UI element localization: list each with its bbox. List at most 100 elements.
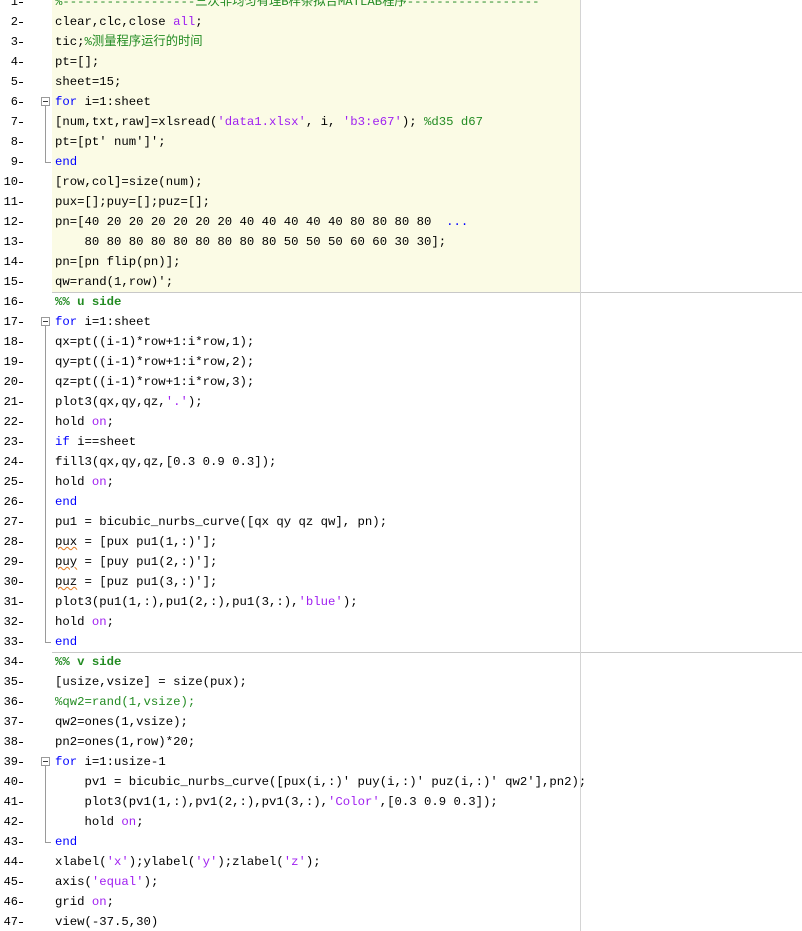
breakpoint-marker[interactable] — [19, 422, 23, 423]
code-line[interactable]: qw2=ones(1,vsize); — [55, 712, 188, 732]
breakpoint-marker[interactable] — [19, 602, 23, 603]
code-line[interactable]: for i=1:sheet — [55, 92, 151, 112]
code-line[interactable]: pt=[]; — [55, 52, 99, 72]
code-line[interactable]: pn2=ones(1,row)*20; — [55, 732, 195, 752]
breakpoint-marker[interactable] — [19, 702, 23, 703]
breakpoint-marker[interactable] — [19, 82, 23, 83]
code-token: pn=[pn flip(pn)]; — [55, 255, 181, 269]
code-line[interactable]: clear,clc,close all; — [55, 12, 203, 32]
breakpoint-marker[interactable] — [19, 262, 23, 263]
code-line[interactable]: [usize,vsize] = size(pux); — [55, 672, 247, 692]
code-line[interactable]: qx=pt((i-1)*row+1:i*row,1); — [55, 332, 254, 352]
breakpoint-marker[interactable] — [19, 562, 23, 563]
breakpoint-marker[interactable] — [19, 662, 23, 663]
code-line[interactable]: plot3(pv1(1,:),pv1(2,:),pv1(3,:),'Color'… — [55, 792, 498, 812]
code-line[interactable]: pux=[];puy=[];puz=[]; — [55, 192, 210, 212]
breakpoint-marker[interactable] — [19, 342, 23, 343]
code-line[interactable]: pv1 = bicubic_nurbs_curve([pux(i,:)' puy… — [55, 772, 587, 792]
breakpoint-marker[interactable] — [19, 382, 23, 383]
breakpoint-marker[interactable] — [19, 882, 23, 883]
code-line[interactable]: puz = [puz pu1(3,:)']; — [55, 572, 217, 592]
code-line[interactable]: puy = [puy pu1(2,:)']; — [55, 552, 217, 572]
code-line[interactable]: hold on; — [55, 612, 114, 632]
code-line[interactable]: hold on; — [55, 812, 144, 832]
code-line[interactable]: [row,col]=size(num); — [55, 172, 203, 192]
breakpoint-marker[interactable] — [19, 862, 23, 863]
breakpoint-marker[interactable] — [19, 62, 23, 63]
breakpoint-marker[interactable] — [19, 122, 23, 123]
code-line[interactable]: fill3(qx,qy,qz,[0.3 0.9 0.3]); — [55, 452, 276, 472]
code-line[interactable]: end — [55, 492, 77, 512]
breakpoint-marker[interactable] — [19, 42, 23, 43]
code-line[interactable]: sheet=15; — [55, 72, 121, 92]
code-line[interactable]: axis('equal'); — [55, 872, 158, 892]
code-line[interactable]: hold on; — [55, 412, 114, 432]
breakpoint-marker[interactable] — [19, 622, 23, 623]
breakpoint-marker[interactable] — [19, 362, 23, 363]
code-line[interactable]: %------------------三次非均匀有理B样条拟合MATLAB程序-… — [55, 0, 540, 12]
code-line[interactable]: xlabel('x');ylabel('y');zlabel('z'); — [55, 852, 321, 872]
code-line[interactable]: qy=pt((i-1)*row+1:i*row,2); — [55, 352, 254, 372]
breakpoint-marker[interactable] — [19, 222, 23, 223]
breakpoint-marker[interactable] — [19, 22, 23, 23]
breakpoint-marker[interactable] — [19, 642, 23, 643]
code-line[interactable]: hold on; — [55, 472, 114, 492]
code-line[interactable]: pu1 = bicubic_nurbs_curve([qx qy qz qw],… — [55, 512, 387, 532]
fold-collapse-icon[interactable] — [41, 97, 50, 106]
breakpoint-marker[interactable] — [19, 482, 23, 483]
fold-collapse-icon[interactable] — [41, 317, 50, 326]
breakpoint-marker[interactable] — [19, 822, 23, 823]
breakpoint-marker[interactable] — [19, 102, 23, 103]
breakpoint-marker[interactable] — [19, 402, 23, 403]
breakpoint-marker[interactable] — [19, 722, 23, 723]
code-line[interactable]: for i=1:usize-1 — [55, 752, 166, 772]
breakpoint-marker[interactable] — [19, 462, 23, 463]
breakpoint-marker[interactable] — [19, 502, 23, 503]
breakpoint-marker[interactable] — [19, 802, 23, 803]
code-line[interactable]: if i==sheet — [55, 432, 136, 452]
breakpoint-marker[interactable] — [19, 182, 23, 183]
code-line[interactable]: [num,txt,raw]=xlsread('data1.xlsx', i, '… — [55, 112, 483, 132]
code-line[interactable]: end — [55, 632, 77, 652]
breakpoint-marker[interactable] — [19, 582, 23, 583]
breakpoint-marker[interactable] — [19, 302, 23, 303]
breakpoint-marker[interactable] — [19, 782, 23, 783]
code-line[interactable]: pux = [pux pu1(1,:)']; — [55, 532, 217, 552]
breakpoint-marker[interactable] — [19, 442, 23, 443]
code-line[interactable]: view(-37.5,30) — [55, 912, 158, 931]
code-line[interactable]: pn=[40 20 20 20 20 20 20 40 40 40 40 40 … — [55, 212, 468, 232]
code-line[interactable]: %% v side — [55, 652, 121, 672]
code-line[interactable]: pn=[pn flip(pn)]; — [55, 252, 180, 272]
code-line[interactable]: end — [55, 832, 77, 852]
breakpoint-marker[interactable] — [19, 322, 23, 323]
breakpoint-marker[interactable] — [19, 142, 23, 143]
breakpoint-marker[interactable] — [19, 202, 23, 203]
code-line[interactable]: tic;%测量程序运行的时间 — [55, 32, 203, 52]
fold-collapse-icon[interactable] — [41, 757, 50, 766]
breakpoint-marker[interactable] — [19, 162, 23, 163]
breakpoint-marker[interactable] — [19, 542, 23, 543]
code-line[interactable]: 80 80 80 80 80 80 80 80 80 50 50 50 60 6… — [55, 232, 447, 252]
breakpoint-marker[interactable] — [19, 902, 23, 903]
code-line[interactable]: plot3(pu1(1,:),pu1(2,:),pu1(3,:),'blue')… — [55, 592, 358, 612]
breakpoint-marker[interactable] — [19, 922, 23, 923]
code-line[interactable]: qw=rand(1,row)'; — [55, 272, 173, 292]
breakpoint-marker[interactable] — [19, 842, 23, 843]
breakpoint-marker[interactable] — [19, 282, 23, 283]
breakpoint-marker[interactable] — [19, 242, 23, 243]
code-editor[interactable]: 1 2 3 4 5 6 7 8 9 10 11 12 13 14 15 16 17 18 19 20 21 22 23 24 2… — [0, 0, 802, 931]
code-line[interactable]: qz=pt((i-1)*row+1:i*row,3); — [55, 372, 254, 392]
code-line[interactable]: end — [55, 152, 77, 172]
breakpoint-marker[interactable] — [19, 2, 23, 3]
code-line[interactable]: %qw2=rand(1,vsize); — [55, 692, 195, 712]
code-line[interactable]: %% u side — [55, 292, 121, 312]
breakpoint-marker[interactable] — [19, 522, 23, 523]
code-line[interactable]: for i=1:sheet — [55, 312, 151, 332]
code-line[interactable]: plot3(qx,qy,qz,'.'); — [55, 392, 203, 412]
code-line[interactable]: pt=[pt' num']'; — [55, 132, 166, 152]
breakpoint-marker[interactable] — [19, 762, 23, 763]
breakpoint-marker[interactable] — [19, 742, 23, 743]
code-token-squig: puz — [55, 575, 78, 589]
breakpoint-marker[interactable] — [19, 682, 23, 683]
code-line[interactable]: grid on; — [55, 892, 114, 912]
